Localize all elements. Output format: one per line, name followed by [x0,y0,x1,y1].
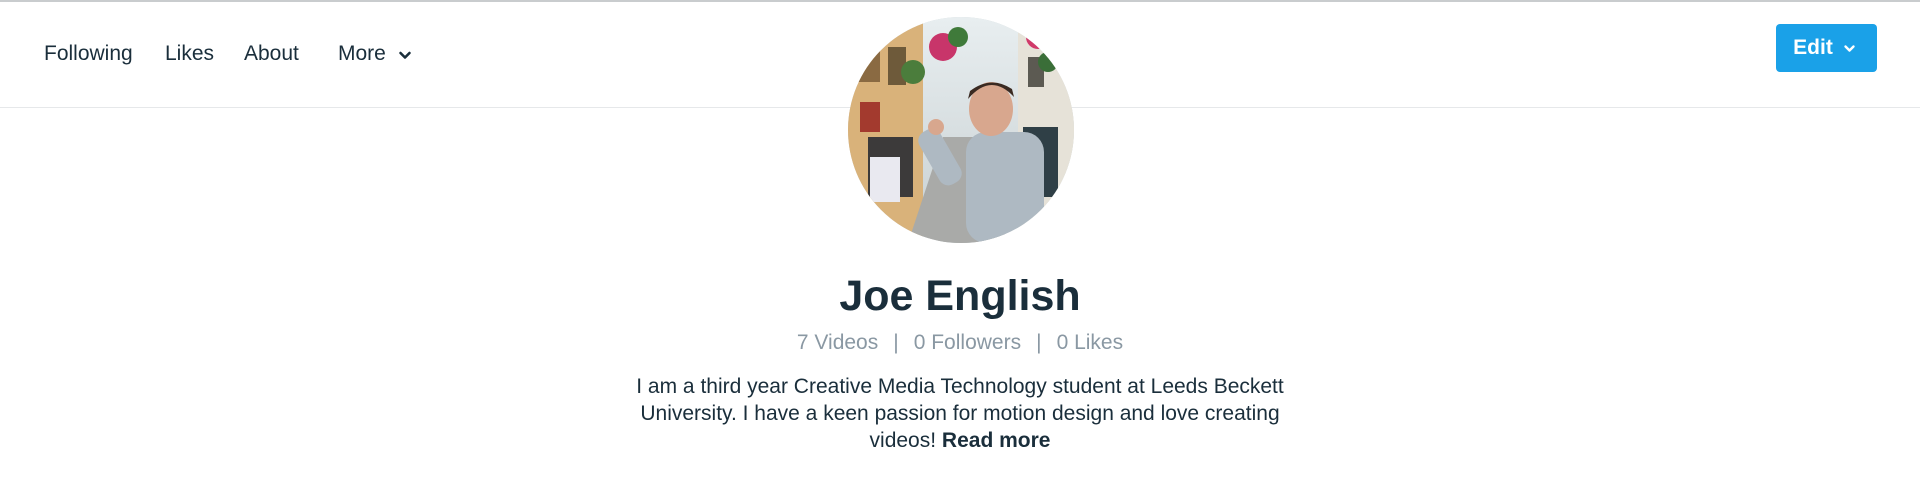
stat-separator: | [893,331,899,354]
profile-page: Following Likes About More Edit Joe Engl… [0,0,1920,490]
avatar-photo [848,17,1074,243]
stat-likes[interactable]: 0 Likes [1057,331,1124,354]
stat-followers[interactable]: 0 Followers [914,331,1021,354]
chevron-down-icon [1844,44,1855,52]
read-more-link[interactable]: Read more [942,429,1051,452]
nav-following[interactable]: Following [44,42,133,66]
profile-stats: 7 Videos | 0 Followers | 0 Likes [0,329,1920,357]
stat-separator: | [1036,331,1042,354]
nav-likes[interactable]: Likes [165,42,214,66]
profile-avatar[interactable] [848,17,1074,243]
edit-button[interactable]: Edit [1776,24,1877,72]
profile-name: Joe English [839,272,1081,320]
profile-bio: I am a third year Creative Media Technol… [620,373,1300,454]
edit-button-label: Edit [1793,36,1833,59]
nav-more-dropdown[interactable]: More [338,42,412,66]
chevron-down-icon [399,51,411,59]
stat-videos[interactable]: 7 Videos [797,331,878,354]
nav-more-label: More [338,42,386,65]
nav-about[interactable]: About [244,42,299,66]
